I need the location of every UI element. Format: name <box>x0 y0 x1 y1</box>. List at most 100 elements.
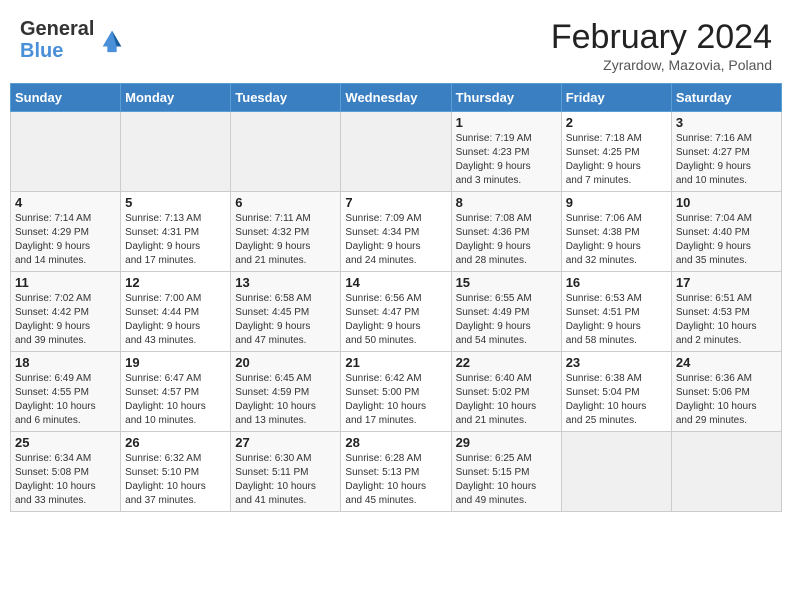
day-number: 20 <box>235 355 336 370</box>
day-number: 24 <box>676 355 777 370</box>
day-info: Sunrise: 7:16 AM Sunset: 4:27 PM Dayligh… <box>676 132 777 188</box>
day-number: 21 <box>345 355 446 370</box>
calendar-day-cell: 1 Sunrise: 7:19 AM Sunset: 4:23 PM Daylig… <box>451 112 561 192</box>
weekday-header: Saturday <box>671 84 781 112</box>
day-info: Sunrise: 6:36 AM Sunset: 5:06 PM Dayligh… <box>676 372 777 428</box>
calendar-day-cell: 21 Sunrise: 6:42 AM Sunset: 5:00 PM Dayli… <box>341 352 451 432</box>
calendar-week-row: 18 Sunrise: 6:49 AM Sunset: 4:55 PM Dayli… <box>11 352 782 432</box>
day-number: 15 <box>456 275 557 290</box>
calendar-day-cell: 20 Sunrise: 6:45 AM Sunset: 4:59 PM Dayli… <box>231 352 341 432</box>
day-info: Sunrise: 6:40 AM Sunset: 5:02 PM Dayligh… <box>456 372 557 428</box>
day-number: 3 <box>676 115 777 130</box>
calendar-week-row: 25Sunrise: 6:34 AM Sunset: 5:08 PM Dayli… <box>11 432 782 512</box>
day-number: 22 <box>456 355 557 370</box>
day-info: Sunrise: 7:09 AM Sunset: 4:34 PM Dayligh… <box>345 212 446 268</box>
calendar-day-cell: 3 Sunrise: 7:16 AM Sunset: 4:27 PM Daylig… <box>671 112 781 192</box>
day-info: Sunrise: 7:08 AM Sunset: 4:36 PM Dayligh… <box>456 212 557 268</box>
location-title: Zyrardow, Mazovia, Poland <box>551 57 772 73</box>
title-area: February 2024 Zyrardow, Mazovia, Poland <box>551 18 772 73</box>
day-info: Sunrise: 6:38 AM Sunset: 5:04 PM Dayligh… <box>566 372 667 428</box>
day-info: Sunrise: 7:04 AM Sunset: 4:40 PM Dayligh… <box>676 212 777 268</box>
logo-general: General <box>20 18 94 40</box>
calendar-day-cell <box>561 432 671 512</box>
day-info: Sunrise: 7:06 AM Sunset: 4:38 PM Dayligh… <box>566 212 667 268</box>
calendar-day-cell: 7 Sunrise: 7:09 AM Sunset: 4:34 PM Daylig… <box>341 192 451 272</box>
calendar-day-cell: 28Sunrise: 6:28 AM Sunset: 5:13 PM Dayli… <box>341 432 451 512</box>
calendar-day-cell: 6 Sunrise: 7:11 AM Sunset: 4:32 PM Daylig… <box>231 192 341 272</box>
day-number: 16 <box>566 275 667 290</box>
calendar-day-cell <box>231 112 341 192</box>
day-info: Sunrise: 6:56 AM Sunset: 4:47 PM Dayligh… <box>345 292 446 348</box>
day-number: 6 <box>235 195 336 210</box>
day-number: 10 <box>676 195 777 210</box>
day-info: Sunrise: 6:42 AM Sunset: 5:00 PM Dayligh… <box>345 372 446 428</box>
calendar-header-row: SundayMondayTuesdayWednesdayThursdayFrid… <box>11 84 782 112</box>
month-year-title: February 2024 <box>551 18 772 57</box>
day-number: 9 <box>566 195 667 210</box>
calendar-day-cell: 8Sunrise: 7:08 AM Sunset: 4:36 PM Daylig… <box>451 192 561 272</box>
calendar-day-cell: 16Sunrise: 6:53 AM Sunset: 4:51 PM Dayli… <box>561 272 671 352</box>
calendar-day-cell: 25Sunrise: 6:34 AM Sunset: 5:08 PM Dayli… <box>11 432 121 512</box>
logo: General Blue <box>20 18 126 62</box>
calendar-day-cell <box>341 112 451 192</box>
calendar-day-cell: 19 Sunrise: 6:47 AM Sunset: 4:57 PM Dayli… <box>121 352 231 432</box>
logo-icon <box>98 26 126 54</box>
day-info: Sunrise: 7:18 AM Sunset: 4:25 PM Dayligh… <box>566 132 667 188</box>
day-number: 19 <box>125 355 226 370</box>
day-number: 1 <box>456 115 557 130</box>
day-number: 4 <box>15 195 116 210</box>
day-number: 11 <box>15 275 116 290</box>
calendar-day-cell: 18 Sunrise: 6:49 AM Sunset: 4:55 PM Dayli… <box>11 352 121 432</box>
calendar-day-cell <box>671 432 781 512</box>
day-number: 23 <box>566 355 667 370</box>
page-header: General Blue February 2024 Zyrardow, Maz… <box>10 10 782 77</box>
weekday-header: Thursday <box>451 84 561 112</box>
day-number: 27 <box>235 435 336 450</box>
calendar-day-cell: 29 Sunrise: 6:25 AM Sunset: 5:15 PM Dayli… <box>451 432 561 512</box>
day-info: Sunrise: 7:11 AM Sunset: 4:32 PM Dayligh… <box>235 212 336 268</box>
day-info: Sunrise: 7:19 AM Sunset: 4:23 PM Dayligh… <box>456 132 557 188</box>
calendar-week-row: 1 Sunrise: 7:19 AM Sunset: 4:23 PM Daylig… <box>11 112 782 192</box>
weekday-header: Friday <box>561 84 671 112</box>
calendar-day-cell: 17Sunrise: 6:51 AM Sunset: 4:53 PM Dayli… <box>671 272 781 352</box>
calendar-day-cell: 2 Sunrise: 7:18 AM Sunset: 4:25 PM Daylig… <box>561 112 671 192</box>
day-info: Sunrise: 7:00 AM Sunset: 4:44 PM Dayligh… <box>125 292 226 348</box>
weekday-header: Sunday <box>11 84 121 112</box>
day-info: Sunrise: 7:02 AM Sunset: 4:42 PM Dayligh… <box>15 292 116 348</box>
calendar-day-cell: 4 Sunrise: 7:14 AM Sunset: 4:29 PM Daylig… <box>11 192 121 272</box>
calendar-day-cell: 10 Sunrise: 7:04 AM Sunset: 4:40 PM Dayli… <box>671 192 781 272</box>
calendar-day-cell <box>121 112 231 192</box>
calendar-day-cell: 11 Sunrise: 7:02 AM Sunset: 4:42 PM Dayli… <box>11 272 121 352</box>
day-number: 14 <box>345 275 446 290</box>
day-number: 28 <box>345 435 446 450</box>
calendar-day-cell: 23 Sunrise: 6:38 AM Sunset: 5:04 PM Dayli… <box>561 352 671 432</box>
calendar-day-cell <box>11 112 121 192</box>
calendar-week-row: 4 Sunrise: 7:14 AM Sunset: 4:29 PM Daylig… <box>11 192 782 272</box>
day-number: 7 <box>345 195 446 210</box>
calendar-day-cell: 9 Sunrise: 7:06 AM Sunset: 4:38 PM Daylig… <box>561 192 671 272</box>
day-number: 13 <box>235 275 336 290</box>
day-info: Sunrise: 6:25 AM Sunset: 5:15 PM Dayligh… <box>456 452 557 508</box>
day-number: 29 <box>456 435 557 450</box>
calendar-day-cell: 5Sunrise: 7:13 AM Sunset: 4:31 PM Daylig… <box>121 192 231 272</box>
day-info: Sunrise: 6:32 AM Sunset: 5:10 PM Dayligh… <box>125 452 226 508</box>
day-number: 2 <box>566 115 667 130</box>
day-number: 26 <box>125 435 226 450</box>
weekday-header: Wednesday <box>341 84 451 112</box>
day-number: 5 <box>125 195 226 210</box>
logo-text: General Blue <box>20 18 94 62</box>
logo-blue: Blue <box>20 40 94 62</box>
day-number: 18 <box>15 355 116 370</box>
day-info: Sunrise: 6:45 AM Sunset: 4:59 PM Dayligh… <box>235 372 336 428</box>
day-info: Sunrise: 6:55 AM Sunset: 4:49 PM Dayligh… <box>456 292 557 348</box>
calendar-table: SundayMondayTuesdayWednesdayThursdayFrid… <box>10 83 782 512</box>
day-info: Sunrise: 7:14 AM Sunset: 4:29 PM Dayligh… <box>15 212 116 268</box>
day-info: Sunrise: 6:34 AM Sunset: 5:08 PM Dayligh… <box>15 452 116 508</box>
day-info: Sunrise: 6:47 AM Sunset: 4:57 PM Dayligh… <box>125 372 226 428</box>
day-info: Sunrise: 6:51 AM Sunset: 4:53 PM Dayligh… <box>676 292 777 348</box>
day-info: Sunrise: 6:30 AM Sunset: 5:11 PM Dayligh… <box>235 452 336 508</box>
calendar-day-cell: 15 Sunrise: 6:55 AM Sunset: 4:49 PM Dayli… <box>451 272 561 352</box>
calendar-week-row: 11 Sunrise: 7:02 AM Sunset: 4:42 PM Dayli… <box>11 272 782 352</box>
day-info: Sunrise: 6:58 AM Sunset: 4:45 PM Dayligh… <box>235 292 336 348</box>
day-info: Sunrise: 6:49 AM Sunset: 4:55 PM Dayligh… <box>15 372 116 428</box>
